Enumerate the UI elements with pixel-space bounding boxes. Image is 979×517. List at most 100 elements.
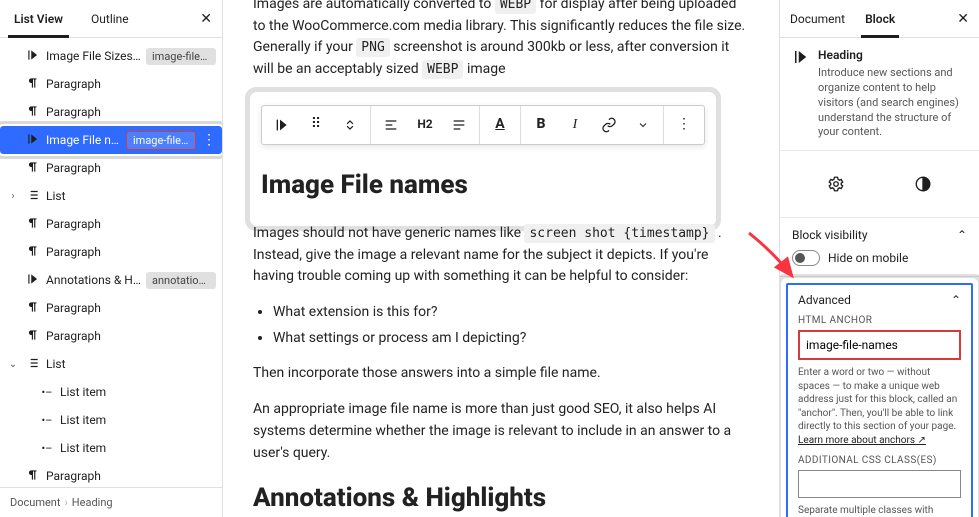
list-view-item-label: List item [60, 413, 216, 427]
list-view-item[interactable]: •–List item [0, 434, 222, 462]
list-view-item[interactable]: ⌄ List [0, 350, 222, 378]
more-rich-text-icon[interactable] [629, 111, 657, 139]
list-view-item-label: Image File names [46, 133, 122, 147]
paragraph-block[interactable]: An appropriate image file name is more t… [253, 399, 749, 464]
advanced-section: Advanced ⌃ HTML ANCHOR Enter a word or t… [786, 283, 973, 517]
hide-on-mobile-label: Hide on mobile [828, 251, 908, 265]
li-icon: •– [38, 385, 56, 399]
html-anchor-help: Enter a word or two — without spaces — t… [798, 366, 961, 447]
tab-list-view[interactable]: List View [0, 0, 77, 37]
chevron-up-icon: ⌃ [951, 293, 961, 307]
tab-outline[interactable]: Outline [77, 0, 143, 37]
align-icon[interactable] [377, 111, 405, 139]
heading-block[interactable]: Annotations & Highlights [253, 478, 749, 517]
learn-more-anchors-link[interactable]: Learn more about anchors ↗ [798, 435, 926, 446]
breadcrumb-doc[interactable]: Document [10, 496, 60, 509]
anchor-badge: annotations... [146, 272, 216, 289]
list-view-item[interactable]: Paragraph [0, 294, 222, 322]
block-title: Heading [818, 48, 967, 62]
list-view-item[interactable]: Paragraph [0, 238, 222, 266]
list-view-item-label: Paragraph [46, 329, 216, 343]
chevron-up-icon: ⌃ [957, 228, 967, 242]
hide-on-mobile-toggle[interactable] [792, 250, 820, 266]
list-view-item[interactable]: Paragraph [0, 462, 222, 487]
settings-tab-icon[interactable] [821, 169, 851, 199]
list-view-item-label: Paragraph [46, 105, 216, 119]
list-view-item[interactable]: › List [0, 182, 222, 210]
heading-text[interactable]: Image File names [261, 165, 705, 205]
list-view-item-label: List [46, 189, 216, 203]
paragraph-block[interactable]: Images are automatically converted to WE… [253, 0, 749, 81]
item-options-icon[interactable]: ⋮ [202, 132, 216, 148]
additional-css-help: Separate multiple classes with spaces. [798, 504, 961, 517]
flag-icon [24, 272, 42, 289]
italic-button[interactable]: I [561, 111, 589, 139]
list-view-item[interactable]: Paragraph [0, 322, 222, 350]
link-button[interactable] [595, 111, 623, 139]
list-view-item[interactable]: Annotations & Highlig... annotations... [0, 266, 222, 294]
anchor-badge: image-file-s... [146, 48, 216, 65]
para-icon [24, 216, 42, 233]
list-view-item-label: Annotations & Highlig... [46, 273, 142, 287]
drag-handle-icon[interactable]: ⠿ [302, 111, 330, 139]
list-view-item-label: Paragraph [46, 217, 216, 231]
list-item[interactable]: What settings or process am I depicting? [273, 328, 749, 350]
list-view-item[interactable]: Paragraph [0, 70, 222, 98]
list-view-item[interactable]: •– List item [0, 378, 222, 406]
list-view-item[interactable]: Paragraph [0, 154, 222, 182]
para-icon [24, 104, 42, 121]
additional-css-label: ADDITIONAL CSS CLASS(ES) [798, 455, 961, 466]
settings-panel: Document Block ✕ Heading Introduce new s… [779, 0, 979, 517]
list-view-item[interactable]: •– List item [0, 406, 222, 434]
heading-block-selected[interactable]: ⠿ H2 A B I [253, 95, 713, 223]
advanced-section-header[interactable]: Advanced ⌃ [798, 293, 961, 307]
paragraph-block[interactable]: Then incorporate those answers into a si… [253, 363, 749, 385]
breadcrumb: Document › Heading [0, 487, 222, 517]
text-align-icon[interactable] [445, 111, 473, 139]
list-item[interactable]: What extension is this for? [273, 302, 749, 324]
list-view-item-label: List item [60, 385, 216, 399]
list-view-tree: Image File Sizes and ... image-file-s... P… [0, 38, 222, 487]
li-icon: •– [38, 441, 56, 455]
para-icon [24, 468, 42, 485]
block-type-icon[interactable] [268, 111, 296, 139]
html-anchor-label: HTML ANCHOR [798, 315, 961, 326]
heading-icon [792, 48, 810, 69]
additional-css-input[interactable] [798, 470, 961, 498]
bold-button[interactable]: B [527, 111, 555, 139]
html-anchor-input[interactable] [798, 330, 961, 360]
tab-block[interactable]: Block [855, 0, 905, 37]
paragraph-block[interactable]: Images should not have generic names lik… [253, 223, 749, 288]
list-icon [24, 356, 42, 373]
styles-tab-icon[interactable] [908, 169, 938, 199]
flag-icon [24, 48, 42, 65]
move-up-down-icon[interactable] [336, 111, 364, 139]
list-view-item[interactable]: Image File Sizes and ... image-file-s... [0, 42, 222, 70]
close-left-panel-button[interactable]: ✕ [190, 0, 222, 37]
para-icon [24, 160, 42, 177]
text-color-icon[interactable]: A [486, 111, 514, 139]
li-icon: •– [38, 413, 56, 427]
list-block[interactable]: What extension is this for? What setting… [273, 302, 749, 349]
heading-level-button[interactable]: H2 [411, 111, 439, 139]
close-settings-button[interactable]: ✕ [947, 0, 979, 37]
flag-icon [24, 132, 42, 149]
breadcrumb-block[interactable]: Heading [72, 496, 113, 509]
list-view-item-label: List [46, 357, 216, 371]
list-view-panel: List View Outline ✕ Image File Sizes and… [0, 0, 223, 517]
toggle-icon[interactable]: › [6, 191, 20, 202]
list-view-item-label: Paragraph [46, 245, 216, 259]
toggle-icon[interactable]: ⌄ [6, 359, 20, 370]
tab-document[interactable]: Document [780, 0, 855, 37]
list-view-item-label: Paragraph [46, 469, 216, 483]
list-view-item-label: Image File Sizes and ... [46, 49, 142, 63]
more-options-icon[interactable]: ⋮ [670, 111, 698, 139]
list-view-item[interactable]: Paragraph [0, 98, 222, 126]
block-description: Introduce new sections and organize cont… [818, 66, 967, 140]
anchor-badge: image-file-n... [126, 131, 196, 150]
list-view-item[interactable]: Paragraph [0, 210, 222, 238]
list-view-item[interactable]: Image File names image-file-n... ⋮ [0, 126, 222, 154]
para-icon [24, 244, 42, 261]
block-visibility-section[interactable]: Block visibility ⌃ [792, 228, 967, 242]
editor-canvas[interactable]: Images are automatically converted to WE… [223, 0, 779, 517]
